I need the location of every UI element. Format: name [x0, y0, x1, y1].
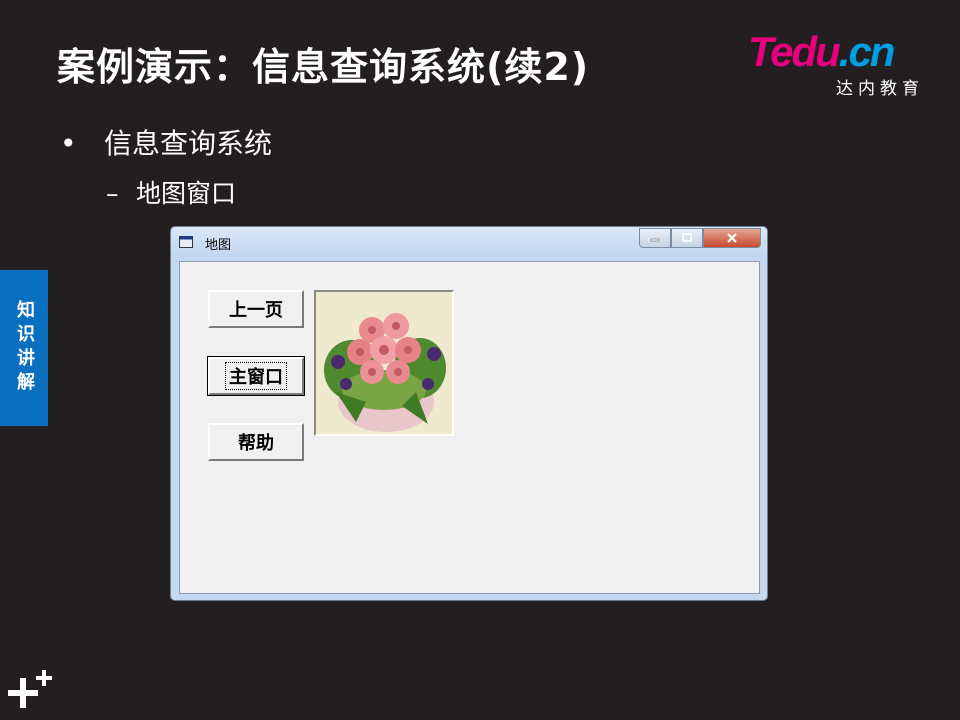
maximize-button[interactable]: [671, 228, 703, 248]
close-button[interactable]: [703, 228, 761, 248]
minimize-icon: [650, 238, 660, 242]
main-window-label: 主窗口: [225, 362, 287, 390]
bullet-item: • 信息查询系统: [60, 122, 272, 162]
rose-bouquet-picture: [314, 290, 454, 436]
side-tab-knowledge: 知识讲解: [0, 270, 48, 426]
plus-decoration-icon: [8, 670, 52, 708]
prev-page-label: 上一页: [229, 300, 283, 321]
map-window: 地图 上一页 主窗口 帮助: [170, 226, 768, 601]
logo-subtitle: 达内教育: [836, 79, 924, 99]
sub-bullet-item: – 地图窗口: [106, 174, 236, 210]
maximize-icon: [682, 233, 692, 242]
window-titlebar[interactable]: 地图: [171, 227, 767, 257]
slide-title: 案例演示：信息查询系统(续2): [57, 45, 590, 89]
close-icon: [727, 233, 737, 243]
window-client-area: 上一页 主窗口 帮助: [179, 261, 760, 594]
main-window-button[interactable]: 主窗口: [207, 356, 305, 396]
window-title: 地图: [205, 238, 232, 253]
bullet-text: 信息查询系统: [104, 127, 273, 160]
help-label: 帮助: [238, 433, 274, 454]
tedu-logo: Tedu.cn 达内教育: [748, 28, 928, 99]
help-button[interactable]: 帮助: [208, 423, 304, 461]
window-app-icon: [179, 236, 193, 248]
sub-bullet-marker: –: [106, 179, 119, 208]
rose-bouquet-icon: [316, 292, 452, 434]
prev-page-button[interactable]: 上一页: [208, 290, 304, 328]
sub-bullet-text: 地图窗口: [136, 179, 237, 208]
bullet-marker: •: [60, 127, 77, 160]
minimize-button[interactable]: [639, 228, 671, 248]
logo-wordmark: Tedu.cn: [748, 28, 895, 75]
